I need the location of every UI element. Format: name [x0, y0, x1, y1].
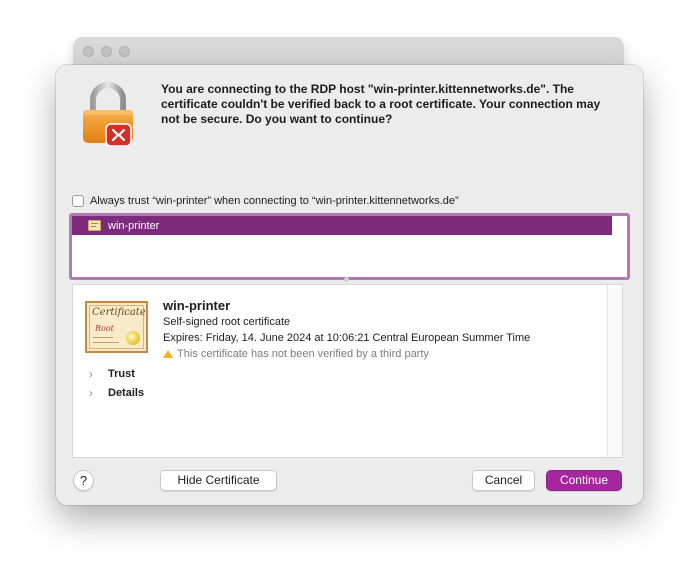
- always-trust-option[interactable]: Always trust “win-printer” when connecti…: [72, 194, 459, 208]
- always-trust-label[interactable]: Always trust “win-printer” when connecti…: [90, 195, 459, 207]
- trust-disclosure[interactable]: › Trust: [89, 367, 135, 381]
- certificate-list[interactable]: win-printer: [69, 213, 630, 280]
- certificate-icon: Certificate Root: [85, 301, 148, 353]
- certificate-graphic-title: Certificate: [92, 307, 146, 318]
- certificate-list-item[interactable]: win-printer: [72, 216, 612, 235]
- certificate-trust-sheet: You are connecting to the RDP host "win-…: [56, 65, 643, 505]
- cancel-button[interactable]: Cancel: [472, 470, 535, 491]
- detail-scrollbar[interactable]: [607, 285, 622, 457]
- seal-icon: [126, 331, 140, 345]
- dialog-message: You are connecting to the RDP host "win-…: [161, 82, 601, 126]
- details-disclosure[interactable]: › Details: [89, 386, 144, 400]
- details-disclosure-label[interactable]: Details: [108, 387, 144, 399]
- split-view-resize-handle[interactable]: [344, 277, 349, 282]
- certificate-list-item-label[interactable]: win-printer: [108, 220, 159, 232]
- certificate-detail-panel: Certificate Root win-printer Self-signed…: [72, 284, 623, 458]
- window-minimize-button[interactable]: [101, 46, 112, 57]
- lock-icon: [83, 82, 133, 146]
- certificate-icon: [88, 220, 101, 231]
- trust-disclosure-label[interactable]: Trust: [108, 368, 135, 380]
- certificate-type: Self-signed root certificate: [163, 316, 291, 328]
- hide-certificate-button[interactable]: Hide Certificate: [160, 470, 277, 491]
- continue-button[interactable]: Continue: [546, 470, 622, 491]
- certificate-expiry: Expires: Friday, 14. June 2024 at 10:06:…: [163, 332, 531, 344]
- chevron-right-icon[interactable]: ›: [89, 386, 101, 400]
- certificate-graphic-subtitle: Root: [95, 324, 114, 333]
- certificate-warning: This certificate has not been verified b…: [163, 348, 429, 360]
- chevron-right-icon[interactable]: ›: [89, 367, 101, 381]
- window-zoom-button[interactable]: [119, 46, 130, 57]
- window-close-button[interactable]: [83, 46, 94, 57]
- certificate-warning-text: This certificate has not been verified b…: [177, 348, 429, 360]
- warning-icon: [163, 350, 173, 358]
- certificate-name: win-printer: [163, 298, 231, 313]
- always-trust-checkbox[interactable]: [72, 195, 84, 207]
- help-button[interactable]: ?: [73, 470, 94, 491]
